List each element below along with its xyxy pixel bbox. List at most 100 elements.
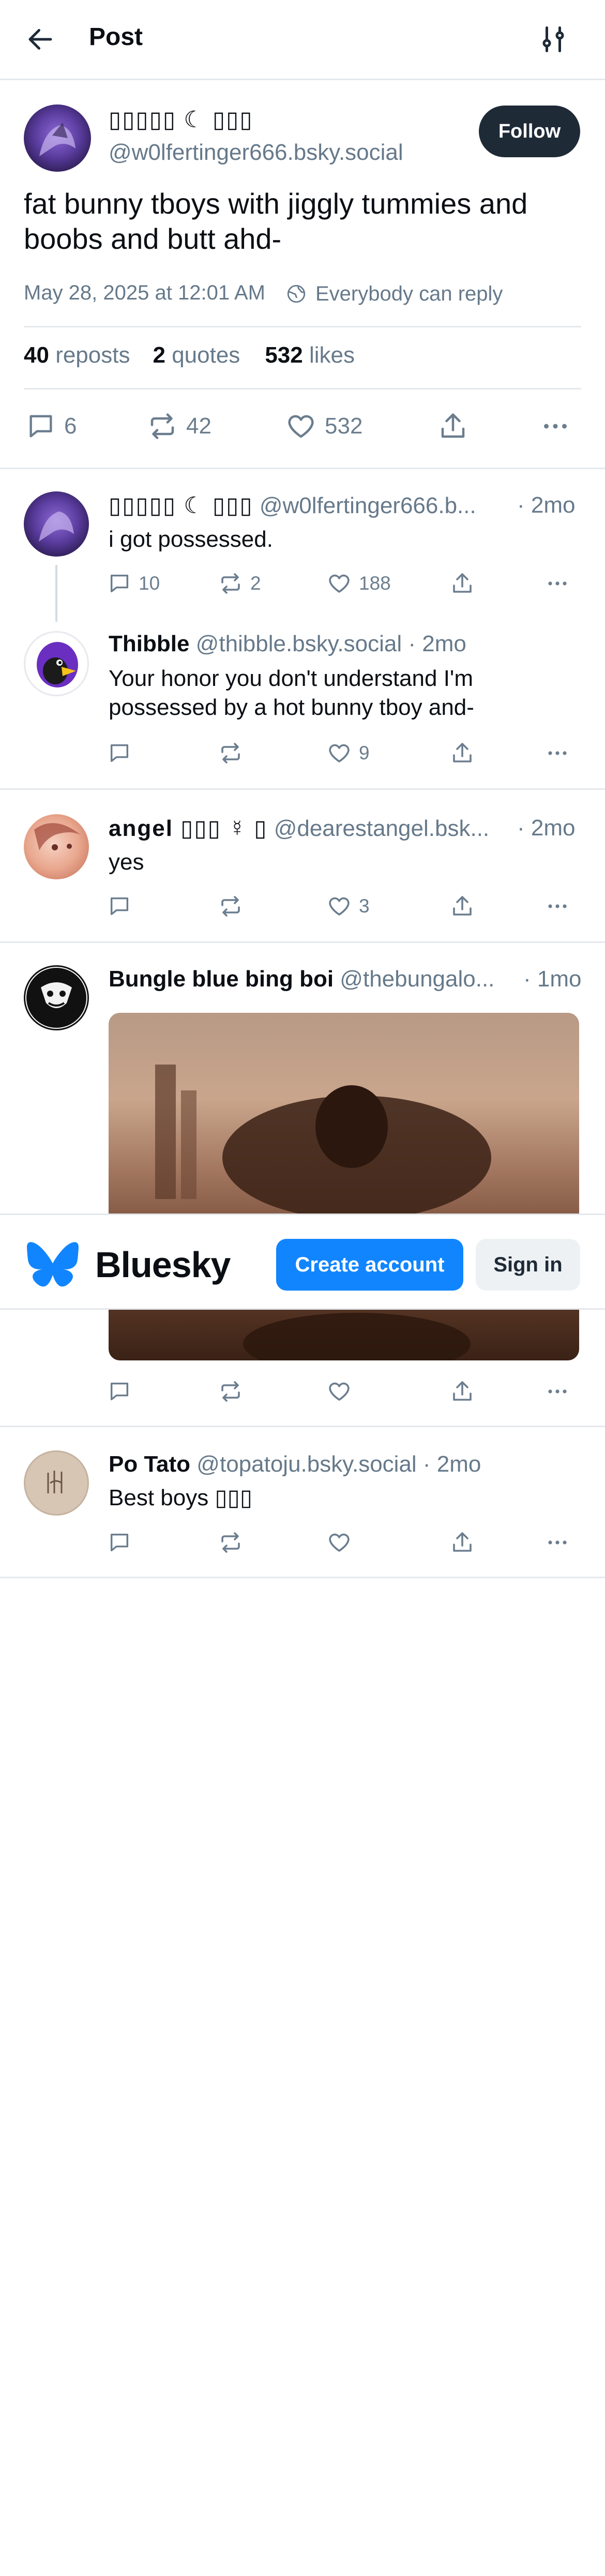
post-timestamp[interactable]: May 28, 2025 at 12:01 AM bbox=[24, 281, 265, 305]
repost-button[interactable] bbox=[218, 893, 243, 920]
reply-handle[interactable]: @thibble.bsky.social · 2mo bbox=[196, 631, 466, 656]
reply-button[interactable] bbox=[108, 1378, 131, 1405]
share-button[interactable] bbox=[450, 740, 475, 767]
avatar[interactable] bbox=[24, 631, 89, 696]
reply-text-line: possessed by a hot bunny tboy and- bbox=[109, 695, 474, 720]
like-button[interactable]: 9 bbox=[327, 740, 370, 767]
likes-stat[interactable]: 532 likes bbox=[265, 342, 355, 368]
arrow-left-icon bbox=[28, 29, 52, 50]
reply-display-name[interactable]: Po Tato bbox=[109, 1451, 190, 1477]
ellipsis-icon bbox=[548, 1389, 567, 1394]
reposts-count: 40 bbox=[24, 342, 49, 368]
reply-button[interactable] bbox=[108, 740, 131, 767]
sliders-icon bbox=[542, 26, 564, 52]
reply-count: 10 bbox=[139, 573, 160, 594]
reply-setting-label: Everybody can reply bbox=[315, 282, 503, 305]
brand-name: Bluesky bbox=[95, 1245, 231, 1285]
share-icon bbox=[453, 896, 472, 916]
more-options-button[interactable] bbox=[540, 410, 571, 443]
repost-button[interactable]: 42 bbox=[147, 410, 211, 443]
reply-display-name[interactable]: Bungle blue bing boi bbox=[109, 966, 334, 992]
like-button[interactable] bbox=[327, 1529, 352, 1556]
heart-icon bbox=[288, 415, 314, 438]
quotes-label: quotes bbox=[172, 342, 240, 368]
ellipsis-icon bbox=[548, 581, 567, 586]
quotes-stat[interactable]: 2 quotes bbox=[153, 342, 240, 368]
post-stats: 40 reposts 2 quotes 532 likes bbox=[24, 342, 355, 368]
reply-text: Best boys ▯▯▯ bbox=[109, 1485, 253, 1510]
reply-button[interactable] bbox=[108, 1529, 131, 1556]
repost-icon bbox=[221, 573, 240, 594]
reply-display-name[interactable]: ▯▯▯▯▯ ☾ ▯▯▯ bbox=[109, 493, 253, 518]
like-button[interactable]: 188 bbox=[327, 570, 391, 597]
share-button[interactable] bbox=[450, 570, 475, 597]
repost-count: 2 bbox=[250, 573, 261, 594]
repost-button[interactable]: 2 bbox=[218, 570, 261, 597]
post-divider bbox=[0, 468, 605, 469]
avatar[interactable] bbox=[24, 104, 91, 172]
more-options-button[interactable] bbox=[545, 570, 570, 597]
like-count: 3 bbox=[359, 895, 370, 917]
quotes-count: 2 bbox=[153, 342, 165, 368]
reply-header: ▯▯▯▯▯ ☾ ▯▯▯ @w0lfertinger666.b... bbox=[109, 492, 476, 519]
share-button[interactable] bbox=[450, 893, 475, 920]
ellipsis-icon bbox=[548, 751, 567, 755]
speech-bubble-icon bbox=[110, 897, 129, 916]
reply-button[interactable]: 6 bbox=[26, 410, 77, 443]
repost-button[interactable] bbox=[218, 1378, 243, 1405]
speech-bubble-icon bbox=[110, 744, 129, 762]
repost-button[interactable] bbox=[218, 740, 243, 767]
create-account-button[interactable]: Create account bbox=[276, 1239, 463, 1291]
like-button[interactable]: 532 bbox=[285, 410, 362, 443]
more-options-button[interactable] bbox=[545, 893, 570, 920]
ellipsis-icon bbox=[548, 904, 567, 908]
repost-icon bbox=[150, 413, 174, 439]
reply-display-name[interactable]: angel ▯▯▯ ☿ ▯ bbox=[109, 816, 267, 841]
reply-button[interactable] bbox=[108, 893, 131, 920]
reply-age[interactable]: · 1mo bbox=[523, 966, 581, 992]
share-button[interactable] bbox=[437, 410, 468, 443]
reply-display-name[interactable]: Thibble bbox=[109, 631, 189, 656]
reply-handle[interactable]: @w0lfertinger666.b... bbox=[260, 493, 476, 518]
reply-button[interactable]: 10 bbox=[108, 570, 160, 597]
like-button[interactable]: 3 bbox=[327, 893, 370, 920]
reply-age[interactable]: · 2mo bbox=[517, 815, 575, 841]
avatar[interactable] bbox=[24, 1450, 89, 1516]
post-text: fat bunny tboys with jiggly tummies and … bbox=[24, 187, 528, 255]
top-bar: Post bbox=[0, 0, 605, 79]
repost-button[interactable] bbox=[218, 1529, 243, 1556]
reply-header: Thibble @thibble.bsky.social · 2mo bbox=[109, 631, 466, 657]
avatar[interactable] bbox=[24, 814, 89, 879]
reply-handle[interactable]: @dearestangel.bsk... bbox=[274, 816, 489, 841]
ellipsis-icon bbox=[548, 1540, 567, 1545]
reply-text: Your honor you don't understand I'm poss… bbox=[109, 664, 474, 722]
reposts-stat[interactable]: 40 reposts bbox=[24, 342, 130, 368]
reply-age[interactable]: · 2mo bbox=[517, 492, 575, 518]
author-handle[interactable]: @w0lfertinger666.bsky.social bbox=[109, 140, 403, 166]
reply-handle[interactable]: @thebungalo... bbox=[340, 966, 494, 992]
like-count: 532 bbox=[325, 413, 363, 439]
reposts-label: reposts bbox=[55, 342, 130, 368]
more-options-button[interactable] bbox=[545, 1529, 570, 1556]
follow-button[interactable]: Follow bbox=[479, 106, 580, 157]
thread-settings-button[interactable] bbox=[538, 24, 569, 55]
repost-icon bbox=[221, 743, 240, 763]
share-icon bbox=[453, 1381, 472, 1401]
reply-handle[interactable]: @topatoju.bsky.social · 2mo bbox=[196, 1451, 481, 1477]
avatar[interactable] bbox=[24, 491, 89, 557]
sign-in-button[interactable]: Sign in bbox=[476, 1239, 580, 1291]
more-options-button[interactable] bbox=[545, 1378, 570, 1405]
thread-line bbox=[55, 565, 57, 622]
back-button[interactable] bbox=[25, 24, 56, 55]
share-button[interactable] bbox=[450, 1378, 475, 1405]
share-button[interactable] bbox=[450, 1529, 475, 1556]
reply-setting[interactable]: Everybody can reply bbox=[285, 281, 503, 306]
more-options-button[interactable] bbox=[545, 740, 570, 767]
reply-text: i got possessed. bbox=[109, 527, 273, 552]
reply-header: angel ▯▯▯ ☿ ▯ @dearestangel.bsk... bbox=[109, 815, 489, 842]
globe-icon bbox=[287, 284, 306, 303]
author-display-name[interactable]: ▯▯▯▯▯ ☾ ▯▯▯ bbox=[109, 107, 253, 133]
share-icon bbox=[453, 573, 472, 593]
like-button[interactable] bbox=[327, 1378, 352, 1405]
avatar[interactable] bbox=[24, 965, 89, 1030]
